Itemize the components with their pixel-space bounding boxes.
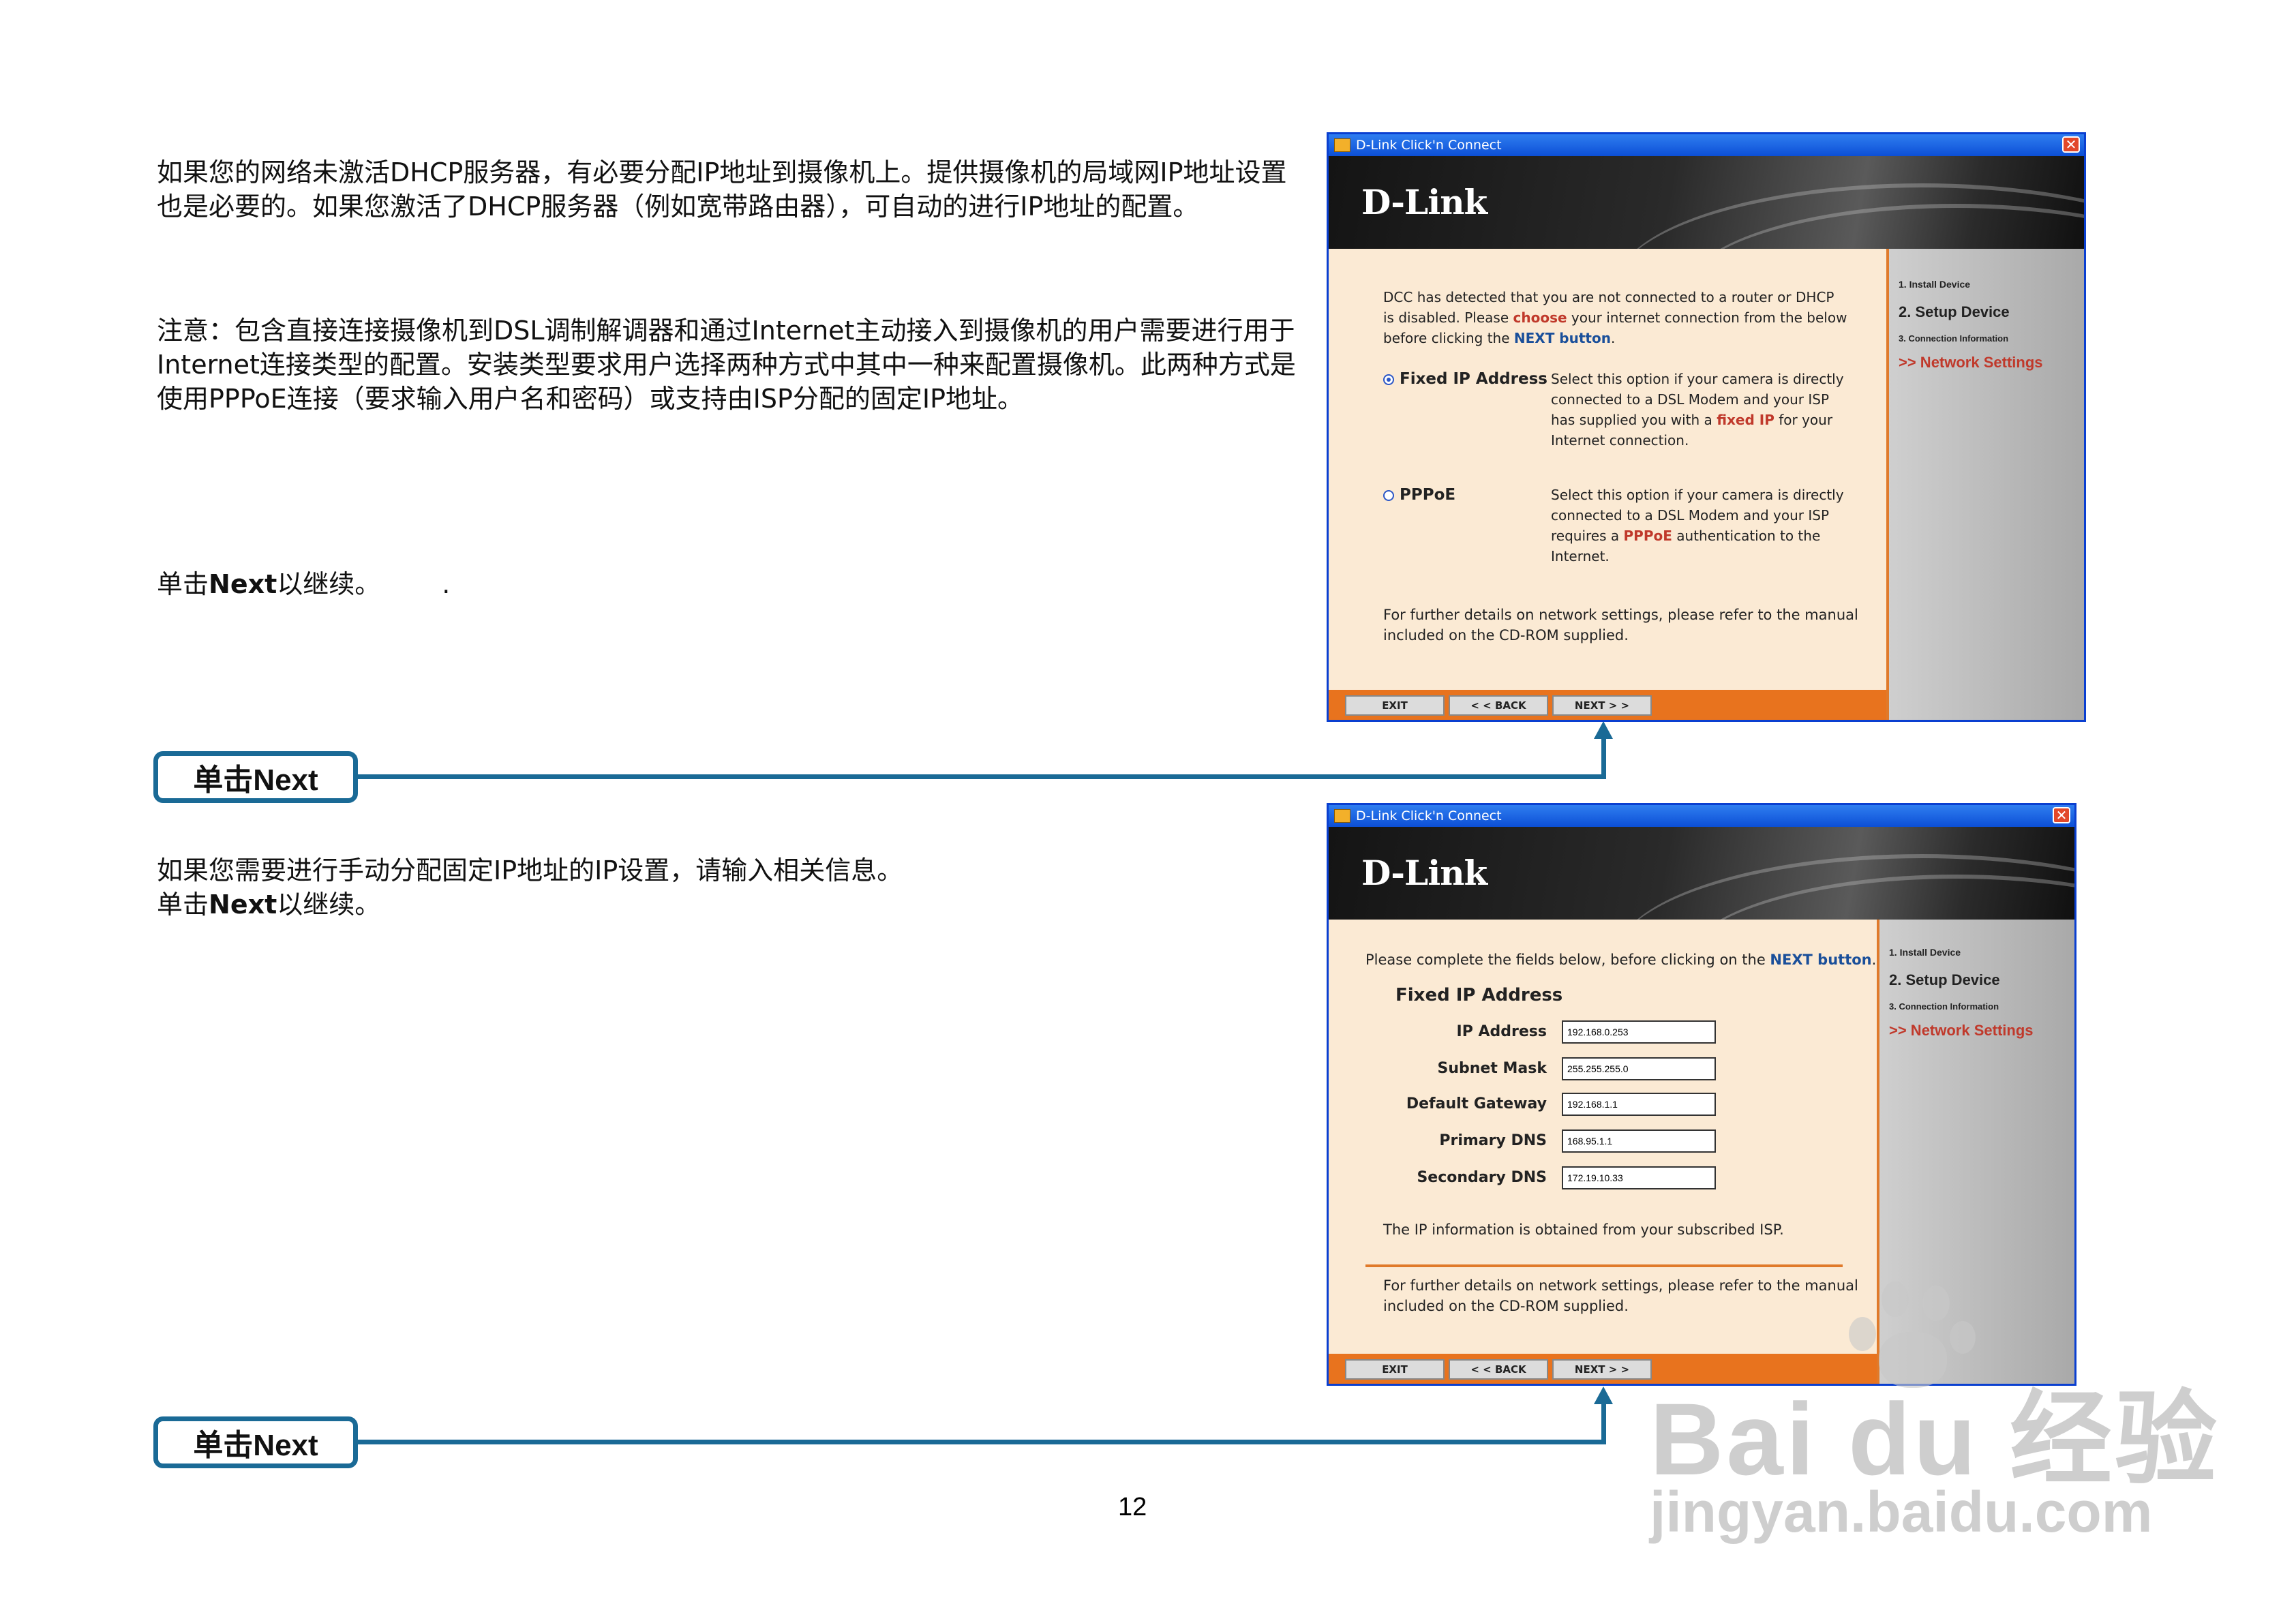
instruction-paragraph-dhcp: 如果您的网络未激活DHCP服务器，有必要分配IP地址到摄像机上。提供摄像机的局域…: [157, 157, 1287, 222]
folder-icon: [1334, 138, 1350, 152]
primary-dns-input[interactable]: 168.95.1.1: [1562, 1129, 1716, 1153]
connector-vertical-1: [1601, 738, 1606, 779]
click-suffix: 以继续。: [277, 569, 381, 599]
instruction-click-next-2: 单击Next以继续。: [157, 888, 380, 922]
close-button[interactable]: ✕: [2062, 136, 2080, 153]
step-connection-info: 3. Connection Information: [1899, 333, 2009, 344]
click-prefix: 单击: [157, 890, 209, 920]
connector-arrowhead-1: [1594, 721, 1613, 739]
step-connection-info: 3. Connection Information: [1889, 1001, 1999, 1012]
page-number: 12: [1118, 1493, 1147, 1521]
next-keyword: Next: [209, 890, 277, 920]
ip-address-label: IP Address: [1456, 1023, 1547, 1040]
next-keyword: Next: [209, 569, 277, 599]
intro-text: Please complete the fields below, before…: [1365, 952, 1877, 968]
ip-address-input[interactable]: 192.168.0.253: [1562, 1020, 1716, 1044]
instruction-click-next-1: 单击Next以继续。.: [157, 567, 450, 601]
exit-button[interactable]: EXIT: [1345, 1359, 1445, 1380]
trailing-dot: .: [442, 569, 451, 599]
dialog-content: Please complete the fields below, before…: [1329, 920, 1877, 1354]
dlink-banner: D-Link: [1329, 827, 2074, 920]
radio-unselected-icon[interactable]: [1383, 489, 1394, 501]
option-pppoe-label: PPPoE: [1400, 486, 1456, 504]
dialog-content: DCC has detected that you are not connec…: [1329, 249, 1886, 690]
exit-button[interactable]: EXIT: [1345, 695, 1445, 716]
option-fixed-ip-desc: Select this option if your camera is dir…: [1551, 371, 1844, 449]
window-titlebar: D-Link Click'n Connect ✕: [1329, 805, 2074, 827]
instruction-paragraph-manual-ip: 如果您需要进行手动分配固定IP地址的IP设置，请输入相关信息。: [157, 855, 903, 885]
wizard-steps-sidebar: 1. Install Device 2. Setup Device 3. Con…: [1886, 249, 2084, 720]
divider: [1365, 1264, 1843, 1267]
dialog-button-bar: EXIT < < BACK NEXT > >: [1329, 690, 1886, 720]
step-install-device: 1. Install Device: [1889, 947, 1961, 958]
secondary-dns-input[interactable]: 172.19.10.33: [1562, 1166, 1716, 1189]
step-network-settings: >> Network Settings: [1899, 354, 2043, 371]
section-title: Fixed IP Address: [1395, 985, 1563, 1005]
option-fixed-ip-label: Fixed IP Address: [1400, 370, 1547, 388]
subnet-mask-label: Subnet Mask: [1437, 1060, 1547, 1077]
close-button[interactable]: ✕: [2053, 807, 2070, 823]
click-prefix: 单击: [157, 569, 209, 599]
connector-line-2: [358, 1440, 1606, 1444]
dlink-banner: D-Link: [1329, 156, 2084, 249]
intro-text: DCC has detected that you are not connec…: [1383, 289, 1847, 346]
dialog-connection-type: D-Link Click'n Connect ✕ D-Link DCC has …: [1327, 132, 2086, 722]
radio-selected-icon[interactable]: [1383, 374, 1394, 385]
window-title: D-Link Click'n Connect: [1356, 138, 1502, 153]
option-pppoe[interactable]: PPPoE: [1383, 486, 1455, 504]
folder-icon: [1334, 809, 1350, 823]
dlink-logo: D-Link: [1361, 182, 1487, 222]
connector-line-1: [358, 774, 1606, 779]
next-button[interactable]: NEXT > >: [1552, 1359, 1652, 1380]
window-title: D-Link Click'n Connect: [1356, 808, 1502, 823]
back-button[interactable]: < < BACK: [1449, 1359, 1548, 1380]
step-network-settings: >> Network Settings: [1889, 1022, 2034, 1039]
connector-vertical-2: [1601, 1403, 1606, 1444]
click-suffix: 以继续。: [277, 890, 381, 920]
next-button[interactable]: NEXT > >: [1552, 695, 1652, 716]
dlink-logo: D-Link: [1361, 853, 1487, 893]
footer-note: For further details on network settings,…: [1383, 1277, 1858, 1314]
watermark-url: jingyan.baidu.com: [1650, 1480, 2153, 1544]
step-setup-device: 2. Setup Device: [1899, 303, 2010, 320]
back-button[interactable]: < < BACK: [1449, 695, 1548, 716]
default-gateway-label: Default Gateway: [1406, 1095, 1547, 1112]
option-pppoe-desc: Select this option if your camera is dir…: [1551, 487, 1844, 564]
step-install-device: 1. Install Device: [1899, 279, 1971, 290]
option-fixed-ip[interactable]: Fixed IP Address: [1383, 370, 1547, 388]
callout-click-next-1: 单击Next: [153, 751, 358, 803]
subnet-mask-input[interactable]: 255.255.255.0: [1562, 1057, 1716, 1080]
isp-note: The IP information is obtained from your…: [1383, 1222, 1784, 1238]
primary-dns-label: Primary DNS: [1439, 1132, 1547, 1149]
step-setup-device: 2. Setup Device: [1889, 971, 2000, 988]
footer-note: For further details on network settings,…: [1383, 607, 1858, 643]
connector-arrowhead-2: [1594, 1386, 1613, 1404]
default-gateway-input[interactable]: 192.168.1.1: [1562, 1093, 1716, 1116]
window-titlebar: D-Link Click'n Connect ✕: [1329, 134, 2084, 156]
instruction-paragraph-note: 注意：包含直接连接摄像机到DSL调制解调器和通过Internet主动接入到摄像机…: [157, 316, 1296, 414]
callout-click-next-2: 单击Next: [153, 1416, 358, 1468]
secondary-dns-label: Secondary DNS: [1417, 1169, 1547, 1186]
